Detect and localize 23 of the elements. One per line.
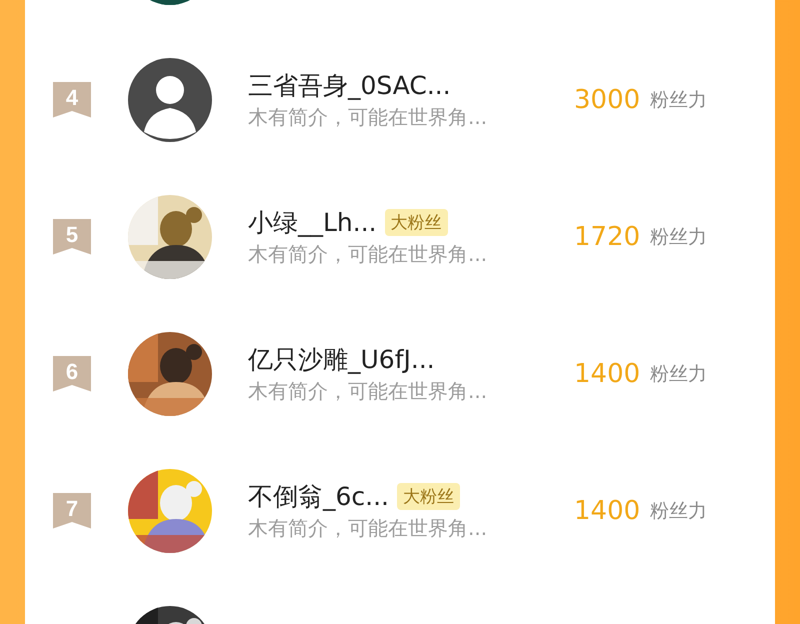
fan-score: 1400 (574, 496, 640, 526)
rank-badge: 5 (53, 218, 91, 254)
fan-badge: 大粉丝 (384, 208, 448, 236)
fan-score: 3000 (574, 84, 640, 114)
score-unit: 粉丝力 (650, 88, 708, 112)
rank-badge: 7 (53, 492, 91, 528)
user-name[interactable]: 小绿__Lh... (248, 206, 377, 238)
user-name[interactable]: 亿只沙雕_U6fJ... (248, 342, 435, 376)
fan-score: 1720 (574, 222, 640, 252)
user-name[interactable]: 三省吾身_0SAC... (248, 68, 451, 102)
score-unit: 粉丝力 (650, 224, 708, 250)
fan-score: 1400 (574, 358, 640, 388)
user-bio: 木有简介，可能在世界角... (248, 514, 488, 542)
rank-badge: 6 (53, 356, 91, 392)
score-unit: 粉丝力 (650, 362, 708, 386)
user-bio: 木有简介，可能在世界角... (248, 378, 488, 404)
score-unit: 粉丝力 (650, 498, 708, 524)
rank-badge: 4 (53, 82, 91, 118)
user-name[interactable]: 不倒翁_6c... (248, 480, 389, 512)
avatar-icon (128, 58, 212, 142)
user-bio: 木有简介，可能在世界角... (248, 240, 488, 268)
fan-badge: 大粉丝 (397, 482, 460, 510)
user-bio: 木有简介，可能在世界角... (248, 104, 488, 130)
